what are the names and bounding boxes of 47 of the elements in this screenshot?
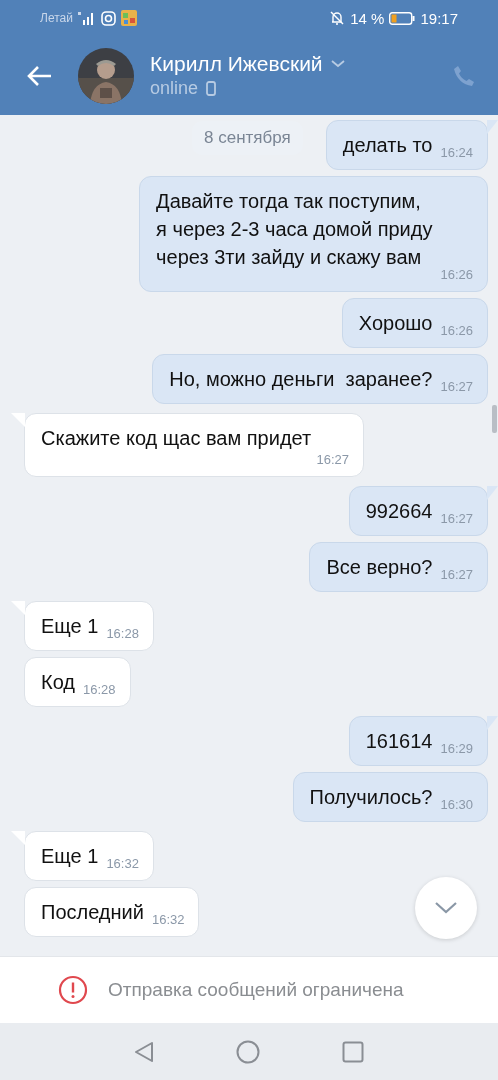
message-text: Но, можно деньги заранее?: [169, 367, 433, 392]
notice-text: Отправка сообщений ограничена: [108, 979, 404, 1001]
message-time: 16:26: [440, 323, 473, 339]
message-time: 16:27: [440, 379, 473, 395]
recents-nav-button[interactable]: [342, 1040, 364, 1063]
message-time: 16:29: [440, 741, 473, 757]
contact-name[interactable]: Кирилл Ижевский: [150, 52, 323, 76]
message-time: 16:28: [106, 626, 139, 642]
warning-icon: [58, 975, 88, 1005]
message-text: Скажите код щас вам придет: [41, 426, 312, 451]
message-text: Код: [41, 670, 75, 695]
message-time: 16:30: [440, 797, 473, 813]
message-text: Все верно?: [326, 555, 433, 580]
battery-percent: 14 %: [350, 9, 385, 27]
message-text: Давайте тогда так поступим, я через 2-3 часа домой приду через 3ти зайду и скажу вам: [156, 189, 433, 270]
message-time: 16:26: [439, 267, 473, 283]
message-time: 16:24: [440, 145, 473, 161]
app-icon: [120, 10, 137, 26]
phone-device-icon: [206, 81, 217, 96]
message-text: 161614: [365, 729, 433, 754]
message-time: 16:28: [83, 682, 116, 698]
clock-time: 19:17: [420, 9, 458, 27]
camera-icon: [100, 10, 116, 26]
chevron-down-icon[interactable]: [330, 60, 345, 68]
message-text: Еще 1: [41, 844, 99, 869]
back-nav-button[interactable]: [134, 1040, 154, 1063]
call-button[interactable]: [452, 63, 476, 88]
signal-icon: [77, 11, 96, 25]
back-button[interactable]: [26, 64, 52, 87]
chevron-down-icon: [435, 902, 457, 914]
message-time: 16:32: [151, 912, 185, 928]
battery-icon: [389, 11, 416, 25]
message-time: 16:27: [316, 452, 349, 468]
message-time: 16:27: [440, 567, 473, 583]
home-nav-button[interactable]: [236, 1039, 260, 1064]
scrollbar[interactable]: [492, 405, 497, 433]
online-status: online: [150, 78, 199, 99]
message-text: Последний: [41, 900, 144, 925]
bell-muted-icon: [329, 10, 346, 26]
message-time: 16:32: [106, 856, 139, 872]
carrier-name: Летай: [40, 11, 73, 25]
message-text: делать то: [342, 133, 433, 158]
message-time: 16:27: [440, 511, 473, 527]
message-text: Еще 1: [41, 614, 99, 639]
message-text: Хорошо: [358, 311, 433, 336]
message-text: Получилось?: [309, 785, 433, 810]
message-text: 992664: [365, 499, 433, 524]
